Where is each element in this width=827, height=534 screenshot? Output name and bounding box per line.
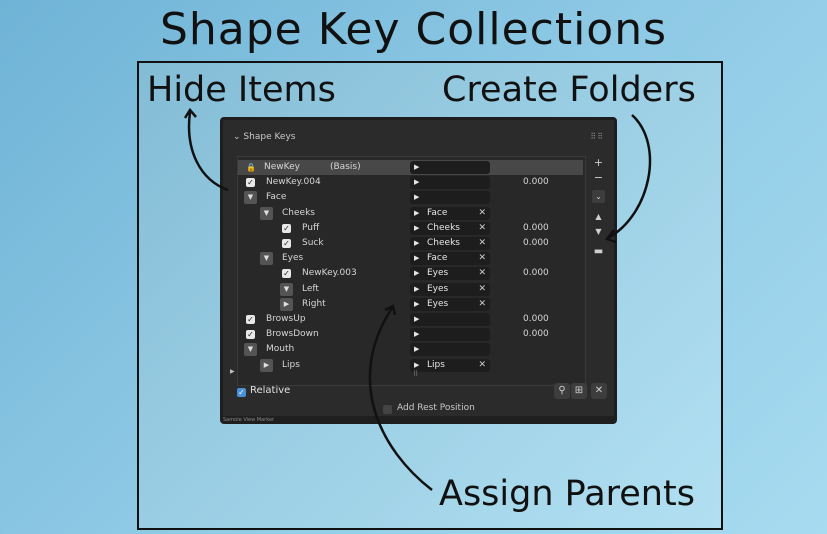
create-arrow — [607, 114, 652, 240]
callout-arrows — [183, 107, 652, 491]
hide-arrow — [187, 111, 229, 192]
assign-arrow — [368, 307, 433, 491]
